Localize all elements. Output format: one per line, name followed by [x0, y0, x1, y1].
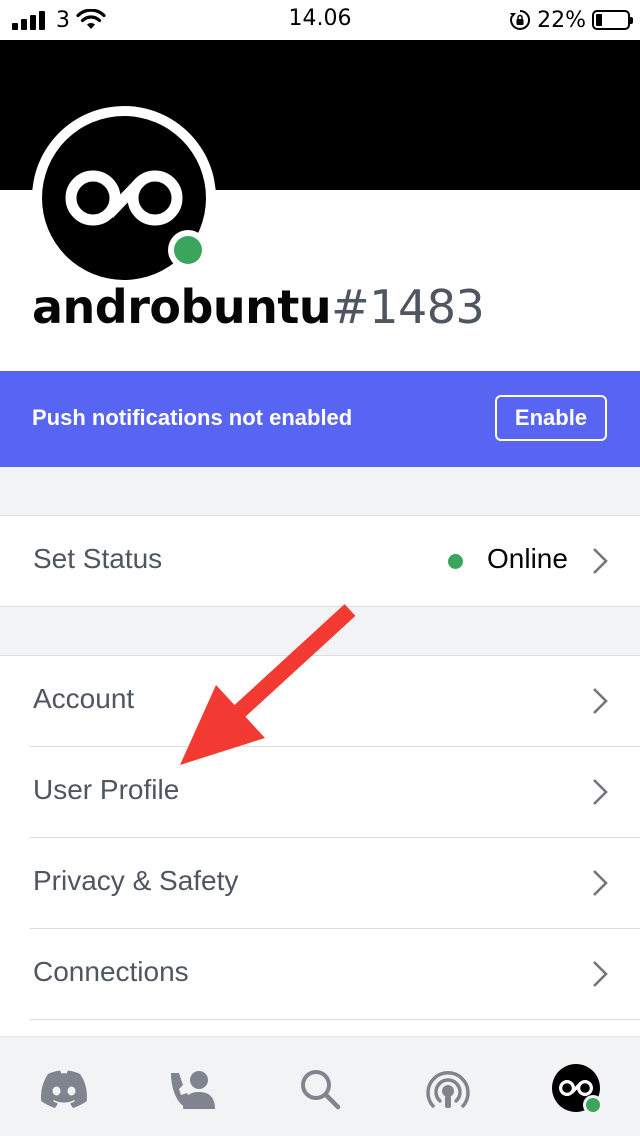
divider	[30, 1019, 640, 1020]
battery-percent: 22%	[537, 7, 586, 33]
tab-home[interactable]	[40, 1065, 88, 1113]
mentions-icon	[426, 1071, 470, 1108]
settings-item-label: Account	[33, 683, 135, 714]
chevron-right-icon	[593, 870, 608, 896]
push-notification-banner: Push notifications not enabled Enable	[0, 371, 640, 467]
set-status-label: Set Status	[33, 543, 163, 574]
username-discriminator: #1483	[331, 280, 485, 334]
tab-friends[interactable]	[168, 1065, 216, 1113]
orientation-lock-icon	[510, 9, 531, 30]
section-spacer	[0, 467, 640, 515]
online-presence-indicator	[168, 230, 208, 270]
ab-logo-icon	[559, 1080, 593, 1096]
friends-icon	[171, 1071, 215, 1109]
battery-icon	[592, 10, 633, 30]
chevron-right-icon	[593, 688, 608, 714]
status-bar-right: 22%	[509, 7, 633, 33]
bottom-tab-bar	[0, 1036, 640, 1136]
status-bar: 3 14.06 22%	[0, 0, 640, 40]
push-notification-message: Push notifications not enabled	[32, 405, 353, 430]
search-icon	[301, 1070, 341, 1110]
status-value: Online	[487, 543, 568, 574]
chevron-right-icon	[593, 961, 608, 987]
annotation-arrow-icon	[180, 604, 356, 765]
settings-item-label: Connections	[33, 956, 189, 987]
settings-item-privacy-safety[interactable]: Privacy & Safety	[0, 838, 640, 928]
tab-search[interactable]	[296, 1065, 344, 1113]
discord-home-icon	[41, 1070, 87, 1108]
online-status-dot-icon	[448, 554, 463, 569]
profile-username: androbuntu#1483	[32, 280, 485, 334]
set-status-row[interactable]: Set Status Online	[0, 516, 640, 606]
settings-item-label: Privacy & Safety	[33, 865, 239, 896]
settings-item-connections[interactable]: Connections	[0, 929, 640, 1019]
enable-notifications-button[interactable]: Enable	[495, 395, 607, 441]
online-presence-indicator	[583, 1095, 603, 1115]
username-text: androbuntu	[32, 280, 332, 334]
tab-mentions[interactable]	[424, 1065, 472, 1113]
chevron-right-icon	[593, 548, 608, 574]
chevron-right-icon	[593, 779, 608, 805]
